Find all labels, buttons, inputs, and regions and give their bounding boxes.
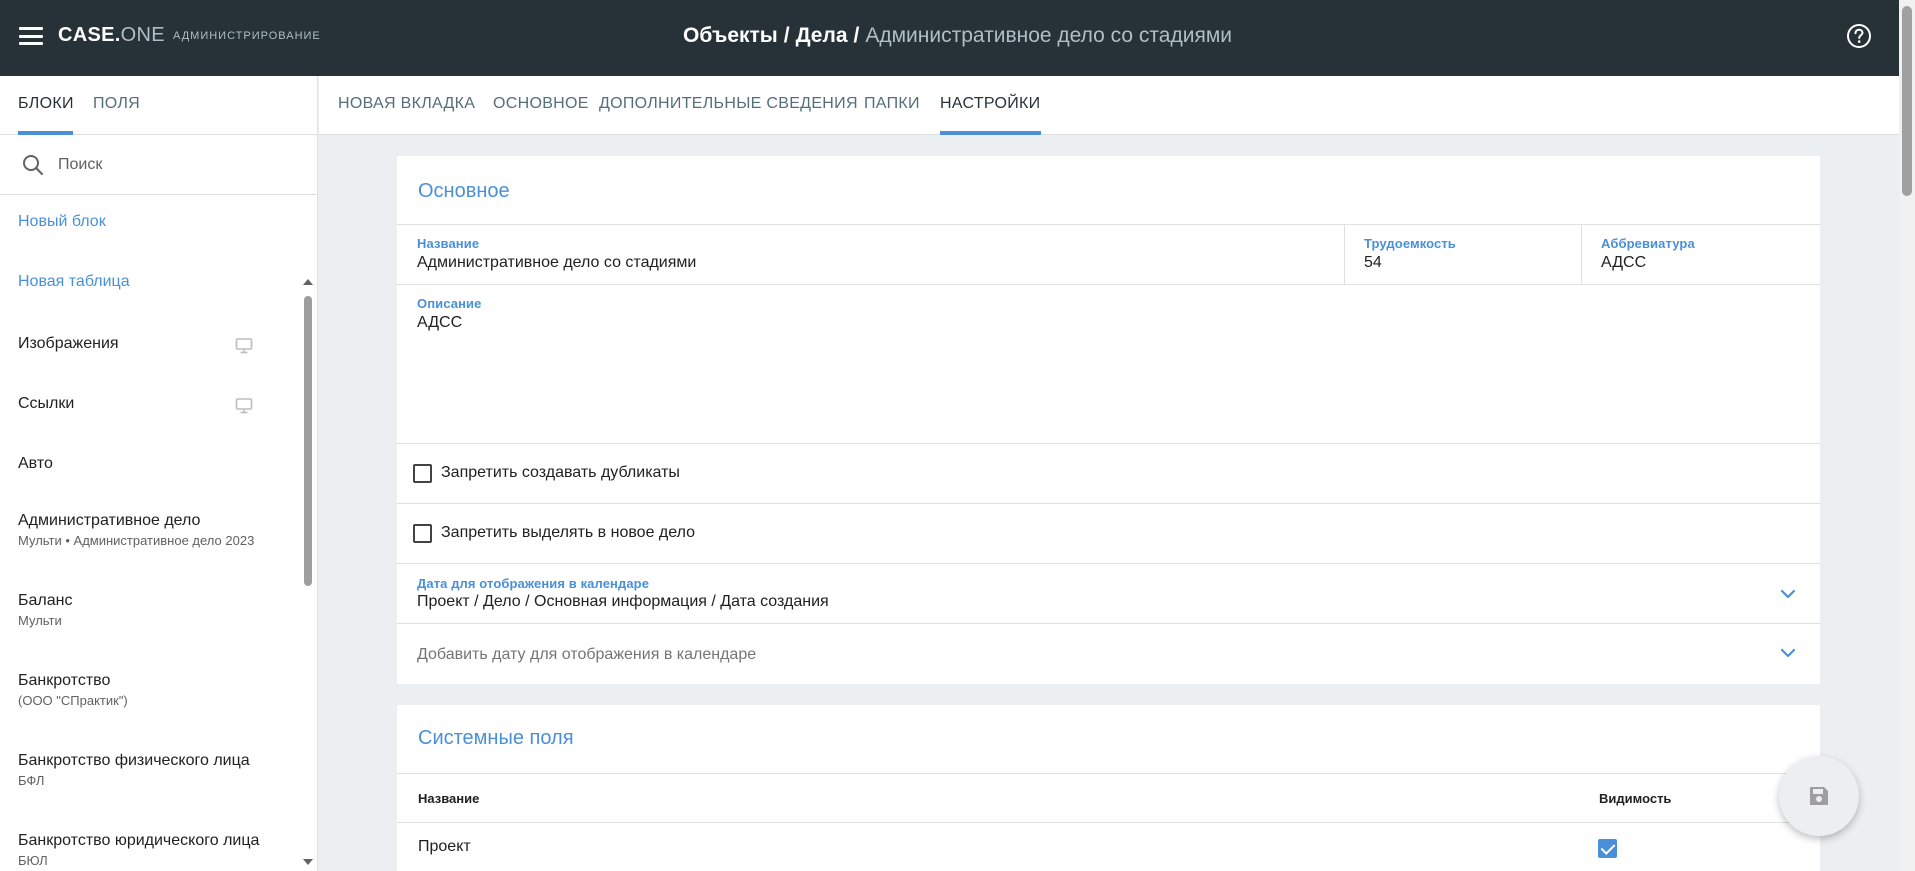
window-scroll-thumb[interactable] bbox=[1902, 6, 1912, 196]
column-header-visibility: Видимость bbox=[1599, 791, 1672, 806]
scroll-up-icon[interactable] bbox=[302, 277, 314, 287]
divider bbox=[397, 563, 1820, 564]
list-item-new-block[interactable]: Новый блок bbox=[18, 213, 278, 231]
search-input[interactable] bbox=[58, 151, 298, 179]
divider bbox=[397, 503, 1820, 504]
effort-label: Трудоемкость bbox=[1364, 236, 1456, 251]
save-button[interactable] bbox=[1779, 756, 1859, 836]
divider bbox=[397, 822, 1820, 823]
tab-fields[interactable]: ПОЛЯ bbox=[93, 95, 140, 113]
divider bbox=[397, 623, 1820, 624]
card-title-basic: Основное bbox=[418, 180, 510, 202]
monitor-icon bbox=[235, 398, 253, 414]
calendar-date-label: Дата для отображения в календаре bbox=[417, 576, 650, 591]
description-label: Описание bbox=[417, 296, 482, 311]
row-name: Проект bbox=[418, 838, 471, 855]
breadcrumb-objects[interactable]: Объекты bbox=[683, 24, 778, 47]
no-new-case-label[interactable]: Запретить выделять в новое дело bbox=[441, 524, 695, 542]
divider bbox=[397, 224, 1820, 225]
divider bbox=[397, 284, 1820, 285]
list-item[interactable]: Административное дело Мульти • Администр… bbox=[18, 512, 278, 548]
basic-settings-card: Основное Название Административное дело … bbox=[397, 156, 1820, 684]
abbreviation-value: АДСС bbox=[1601, 254, 1647, 271]
chevron-down-icon[interactable] bbox=[1778, 584, 1798, 604]
active-tab-indicator bbox=[940, 131, 1041, 135]
tab-new[interactable]: НОВАЯ ВКЛАДКА bbox=[338, 95, 475, 113]
no-duplicates-label[interactable]: Запретить создавать дубликаты bbox=[441, 464, 680, 482]
name-label: Название bbox=[417, 236, 480, 251]
calendar-date-value: Проект / Дело / Основная информация / Да… bbox=[417, 593, 829, 610]
scroll-thumb[interactable] bbox=[304, 296, 312, 586]
card-title-system-fields: Системные поля bbox=[418, 727, 574, 749]
name-value: Административное дело со стадиями bbox=[417, 254, 697, 271]
tab-blocks[interactable]: БЛОКИ bbox=[18, 95, 74, 113]
divider bbox=[397, 773, 1820, 774]
window-scrollbar[interactable] bbox=[1899, 0, 1915, 871]
top-bar: CASE.ONE АДМИНИСТРИРОВАНИЕ Объекты / Дела /… bbox=[0, 0, 1915, 76]
monitor-icon bbox=[235, 338, 253, 354]
tab-basic[interactable]: ОСНОВНОЕ bbox=[493, 95, 589, 113]
no-new-case-checkbox[interactable] bbox=[413, 524, 432, 543]
page-title: Объекты / Дела / Административное дело со ст… bbox=[683, 24, 1232, 47]
add-calendar-date-select[interactable]: Добавить дату для отображения в календар… bbox=[417, 646, 756, 664]
divider bbox=[1581, 224, 1582, 284]
list-item-new-table[interactable]: Новая таблица bbox=[18, 273, 278, 291]
tab-folders[interactable]: ПАПКИ bbox=[864, 95, 920, 113]
list-item[interactable]: Баланс Мульти bbox=[18, 592, 278, 628]
left-tabs: БЛОКИ ПОЛЯ bbox=[0, 76, 317, 135]
list-item[interactable]: Банкротство (ООО "СПрактик") bbox=[18, 672, 278, 708]
list-item[interactable]: Банкротство юридического лица БЮЛ bbox=[18, 832, 278, 868]
blocks-panel: БЛОКИ ПОЛЯ Новый блок Новая таблица Изоб… bbox=[0, 76, 318, 871]
abbreviation-label: Аббревиатура bbox=[1601, 236, 1695, 251]
breadcrumb-cases[interactable]: Дела bbox=[796, 24, 848, 47]
no-duplicates-checkbox[interactable] bbox=[413, 464, 432, 483]
divider bbox=[1344, 224, 1345, 284]
tab-settings[interactable]: НАСТРОЙКИ bbox=[940, 95, 1040, 113]
search-icon bbox=[23, 155, 43, 175]
left-scrollbar[interactable] bbox=[302, 196, 314, 871]
divider bbox=[397, 443, 1820, 444]
description-value: АДСС bbox=[417, 314, 463, 331]
visibility-checkbox[interactable] bbox=[1598, 839, 1617, 858]
main-tabs: НОВАЯ ВКЛАДКА ОСНОВНОЕ ДОПОЛНИТЕЛЬНЫЕ СВ… bbox=[319, 76, 1899, 135]
list-item[interactable]: Авто bbox=[18, 455, 278, 473]
effort-value: 54 bbox=[1364, 254, 1382, 271]
column-header-name: Название bbox=[418, 791, 480, 806]
list-item[interactable]: Банкротство физического лица БФЛ bbox=[18, 752, 278, 788]
tab-additional[interactable]: ДОПОЛНИТЕЛЬНЫЕ СВЕДЕНИЯ bbox=[599, 95, 858, 113]
save-icon bbox=[1810, 787, 1828, 805]
search-bar bbox=[0, 135, 317, 195]
scroll-down-icon[interactable] bbox=[302, 857, 314, 867]
system-fields-card: Системные поля Название Видимость Проект bbox=[397, 705, 1820, 871]
chevron-down-icon[interactable] bbox=[1778, 643, 1798, 663]
breadcrumb-current: Административное дело со стадиями bbox=[865, 24, 1232, 47]
help-circle-icon[interactable] bbox=[1846, 23, 1872, 49]
